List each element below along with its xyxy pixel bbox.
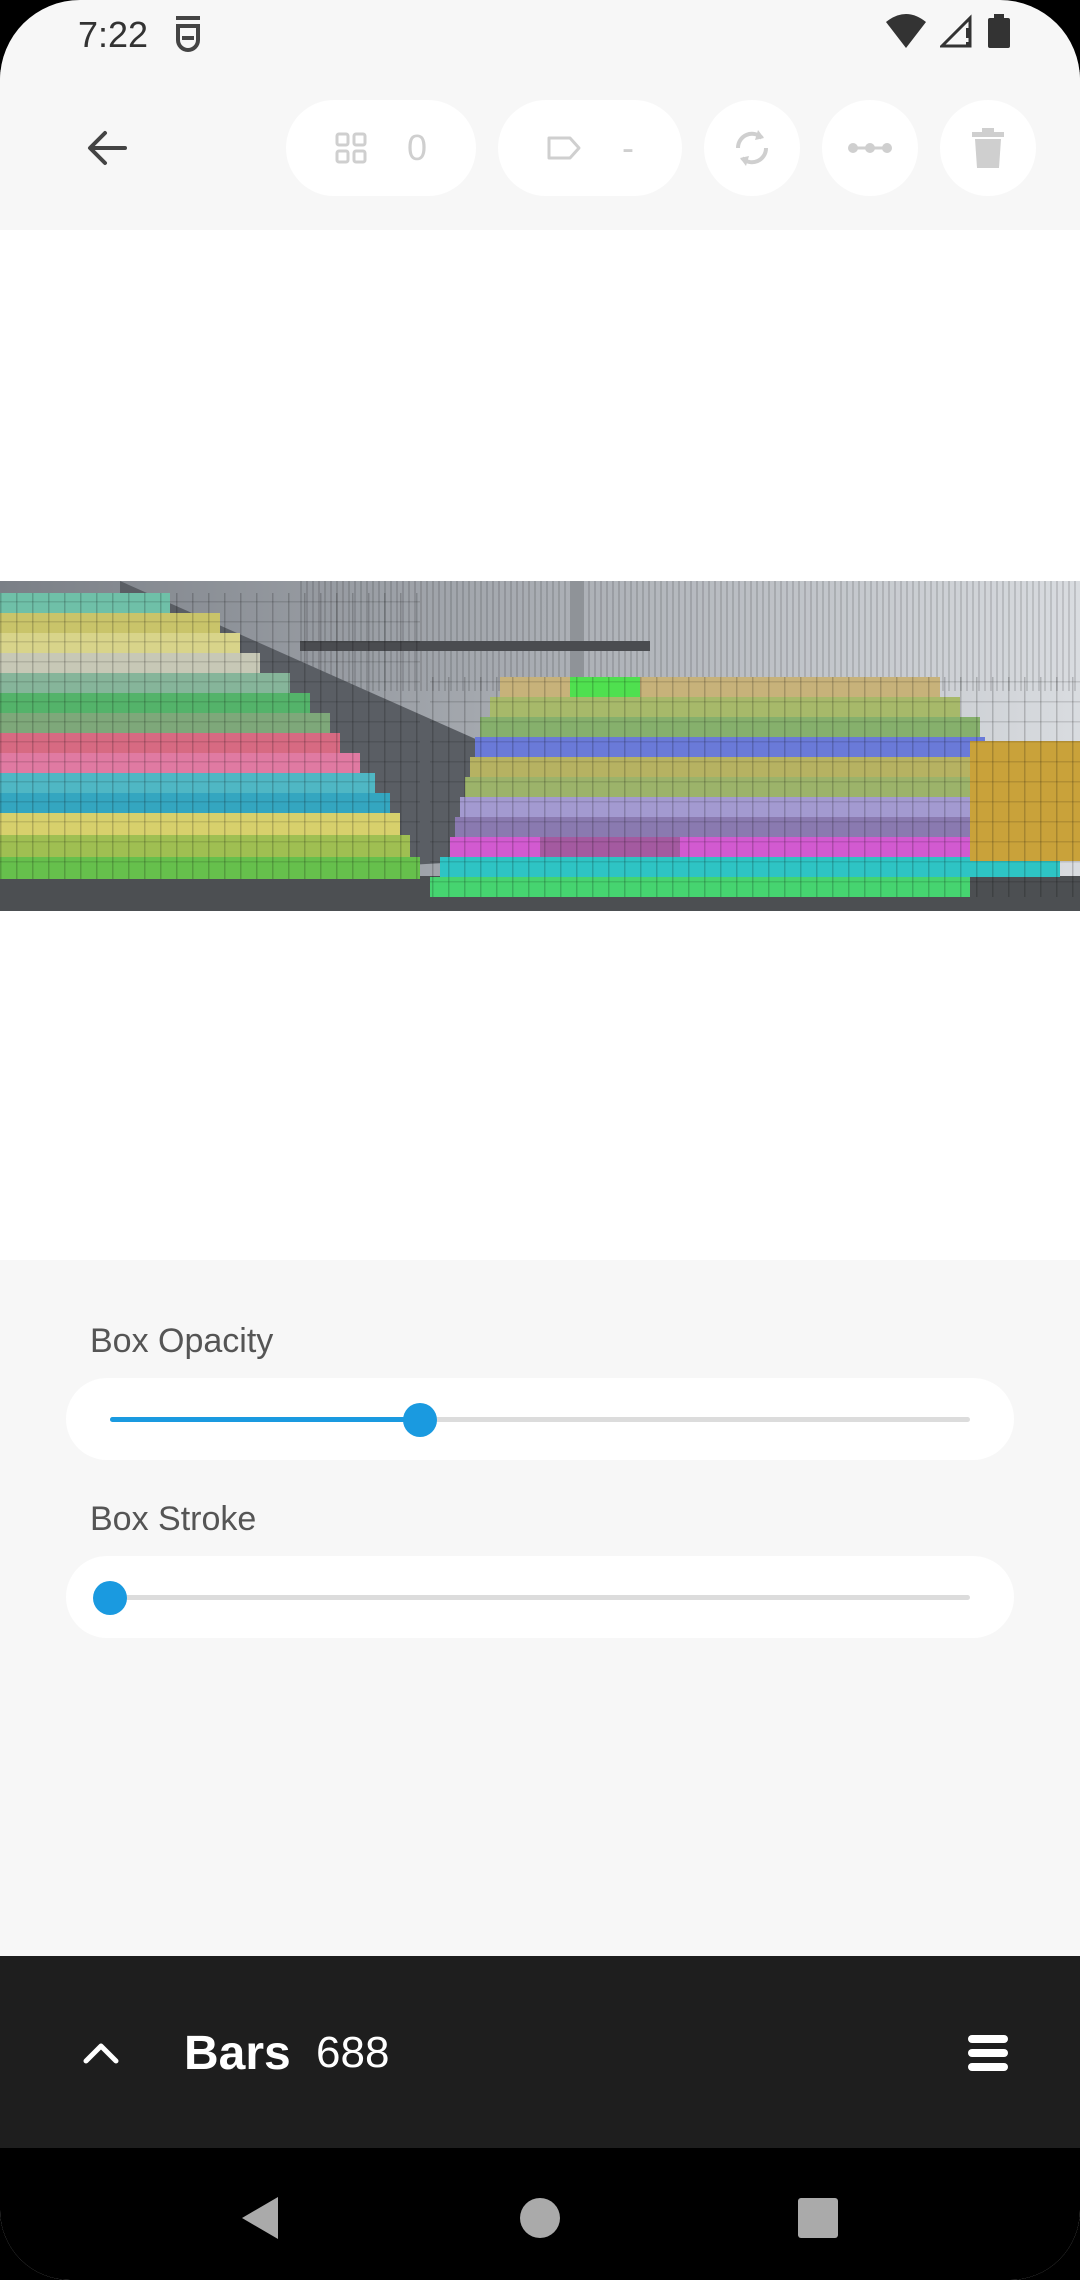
label-chip[interactable]: -	[498, 100, 682, 196]
status-icons	[886, 14, 1010, 48]
status-time: 7:22	[78, 14, 149, 55]
list-menu-button[interactable]	[950, 2018, 1026, 2088]
box-stroke-label: Box Stroke	[90, 1500, 257, 1538]
status-bar: 7:22	[0, 0, 1080, 70]
toolbar: 0 -	[0, 70, 1080, 230]
box-opacity-slider[interactable]	[66, 1378, 1014, 1460]
detection-count-value: 0	[406, 127, 428, 168]
menu-icon	[968, 2035, 1008, 2071]
trash-icon	[972, 128, 1004, 168]
back-button[interactable]	[72, 118, 142, 178]
nav-recents-button[interactable]	[778, 2178, 858, 2258]
debug-notification-icon	[176, 16, 200, 52]
delete-button[interactable]	[940, 100, 1036, 196]
label-chip-value: -	[622, 127, 634, 168]
class-name: Bars	[184, 2027, 291, 2080]
box-stroke-track	[93, 1581, 970, 1615]
arrow-back-icon	[88, 131, 127, 165]
battery-icon	[988, 14, 1010, 48]
link-button[interactable]	[822, 100, 918, 196]
chevron-up-icon	[83, 2043, 119, 2064]
sync-icon	[735, 130, 769, 166]
box-opacity-fill	[110, 1417, 420, 1422]
grid-icon	[335, 132, 367, 164]
display-settings-panel: Box Opacity Box Stroke	[0, 1260, 1080, 1956]
app-screen: 7:22 0 - Box Opacity Box Stroke Bars 688	[0, 0, 1080, 2280]
steel-bars-photo	[0, 581, 1080, 911]
detection-image[interactable]	[0, 581, 1080, 911]
expand-button[interactable]	[66, 2018, 136, 2088]
label-tag-icon	[547, 136, 581, 160]
nav-back-button[interactable]	[220, 2178, 300, 2258]
system-nav-bar	[0, 2148, 1080, 2280]
link-points-icon	[848, 143, 892, 153]
box-opacity-track	[110, 1403, 970, 1437]
detection-count-chip[interactable]: 0	[286, 100, 476, 196]
image-canvas[interactable]	[0, 230, 1080, 1260]
nav-home-icon	[520, 2198, 560, 2238]
box-opacity-label: Box Opacity	[90, 1322, 274, 1360]
box-stroke-thumb[interactable]	[93, 1581, 127, 1615]
nav-back-icon	[242, 2197, 278, 2239]
class-count: 688	[316, 2028, 390, 2077]
wifi-icon	[886, 14, 926, 48]
sync-button[interactable]	[704, 100, 800, 196]
nav-recents-icon	[798, 2198, 838, 2238]
bottom-summary-bar: Bars 688	[0, 1956, 1080, 2148]
box-opacity-thumb[interactable]	[402, 1403, 437, 1437]
nav-home-button[interactable]	[500, 2178, 580, 2258]
signal-icon	[940, 14, 972, 48]
box-stroke-slider[interactable]	[66, 1556, 1014, 1638]
